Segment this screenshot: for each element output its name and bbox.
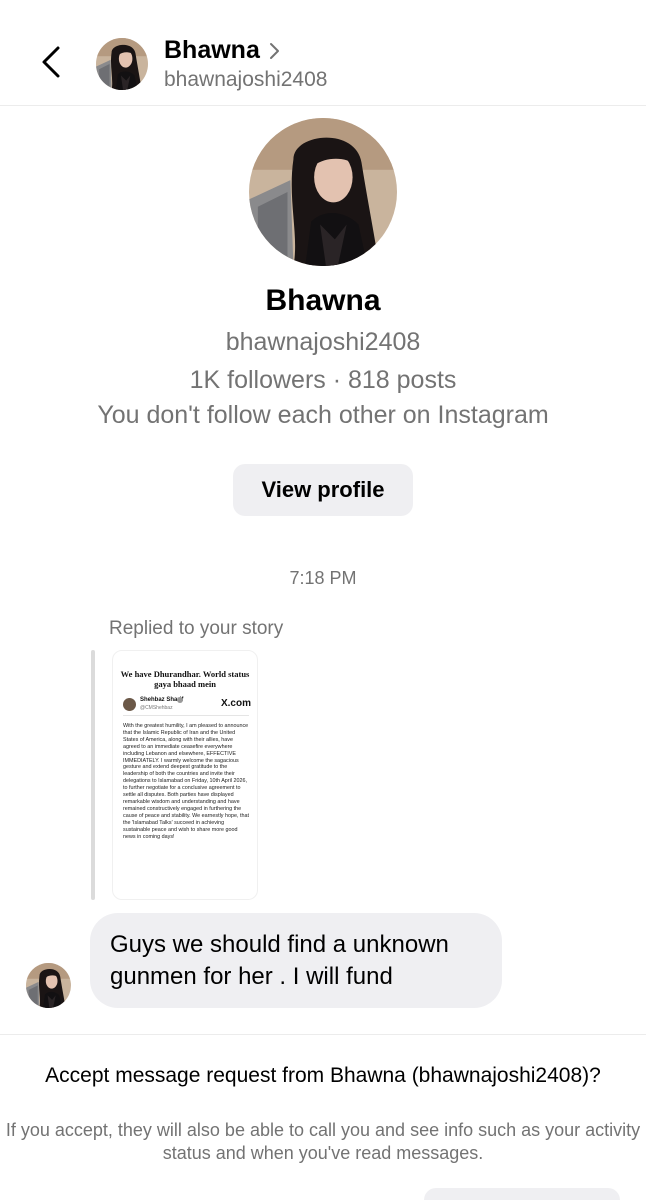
chevron-right-icon xyxy=(269,42,279,59)
tweet-author-handle: @CMShehbaz xyxy=(140,705,173,711)
header-avatar[interactable] xyxy=(96,38,148,90)
tweet-avatar xyxy=(123,698,136,711)
reply-indicator-bar xyxy=(91,650,95,900)
chevron-left-icon xyxy=(42,46,60,78)
back-button[interactable] xyxy=(34,42,66,82)
profile-name: Bhawna xyxy=(265,284,381,317)
profile-avatar[interactable] xyxy=(249,118,397,266)
profile-stats: 1K followers · 818 posts xyxy=(189,366,457,394)
x-logo: X.com xyxy=(220,698,251,709)
tweet-divider xyxy=(123,715,249,716)
tweet-text: With the greatest humility, I am pleased… xyxy=(123,723,249,840)
follow-status: You don't follow each other on Instagram xyxy=(97,401,549,429)
replied-to-story-label: Replied to your story xyxy=(109,618,284,639)
sender-avatar[interactable] xyxy=(26,963,71,1008)
profile-username: bhawnajoshi2408 xyxy=(225,328,421,356)
header-username: bhawnajoshi2408 xyxy=(164,68,328,91)
section-divider xyxy=(0,1034,646,1035)
chat-header: Bhawna bhawnajoshi2408 xyxy=(0,0,646,106)
accept-request-title: Accept message request from Bhawna (bhaw… xyxy=(45,1064,601,1087)
accept-button[interactable] xyxy=(424,1188,620,1200)
header-name-row[interactable]: Bhawna xyxy=(164,36,282,65)
message-bubble[interactable]: Guys we should find a unknown gunmen for… xyxy=(90,913,502,1008)
verified-badge-icon xyxy=(177,697,183,703)
story-title: We have Dhurandhar. World status gaya bh… xyxy=(120,669,250,689)
view-profile-button[interactable]: View profile xyxy=(233,464,413,516)
accept-request-description: If you accept, they will also be able to… xyxy=(5,1120,641,1163)
message-timestamp: 7:18 PM xyxy=(289,568,357,588)
story-thumbnail[interactable]: We have Dhurandhar. World status gaya bh… xyxy=(112,650,258,900)
header-name[interactable]: Bhawna xyxy=(164,36,260,65)
